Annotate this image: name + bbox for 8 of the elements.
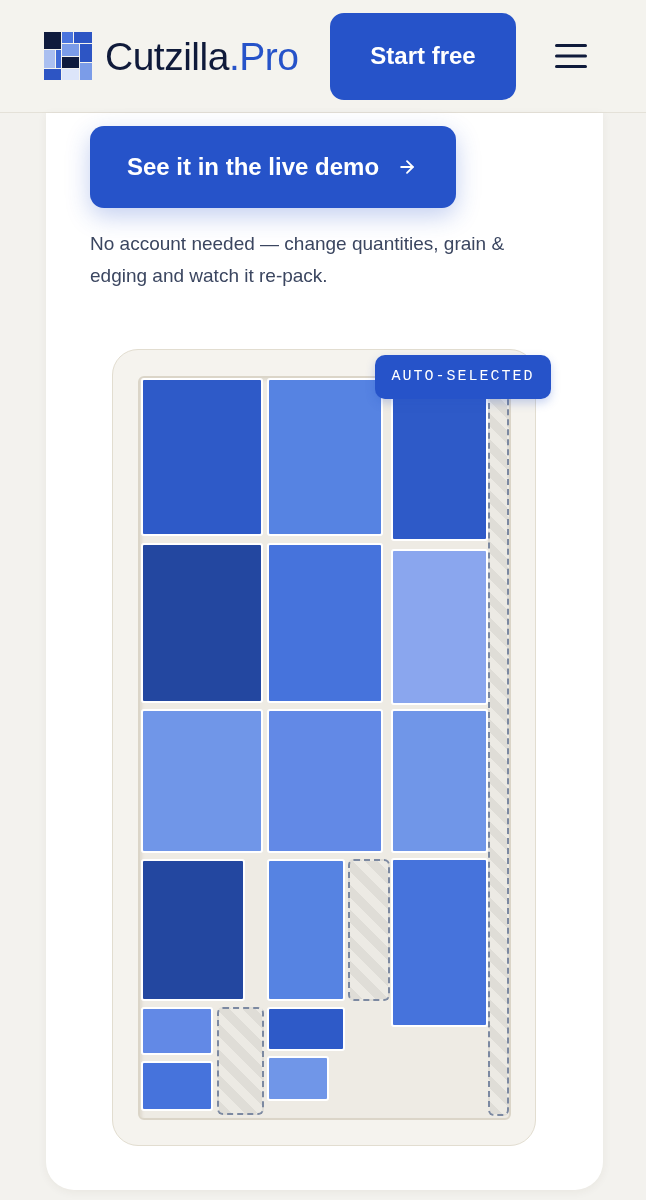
menu-icon	[555, 43, 587, 69]
start-free-button[interactable]: Start free	[330, 12, 516, 100]
live-demo-button[interactable]: See it in the live demo	[90, 126, 456, 208]
brand-name[interactable]: Cutzilla.Pro	[105, 36, 299, 76]
demo-note: No account needed — change quantities, grain & edging and watch it re-pack.	[90, 232, 506, 288]
logo-icon[interactable]	[44, 32, 92, 80]
menu-button[interactable]	[555, 43, 587, 69]
auto-selected-badge: AUTO-SELECTED	[375, 355, 551, 399]
